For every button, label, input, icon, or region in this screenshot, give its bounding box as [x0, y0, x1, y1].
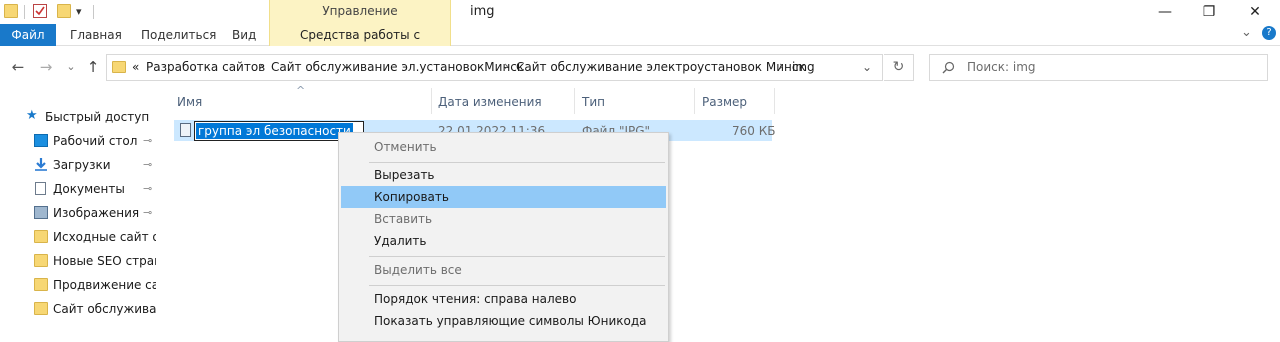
address-bar[interactable]: « Разработка сайтов › Сайт обслуживание …: [106, 54, 883, 81]
menu-item-show-unicode-control-chars[interactable]: Показать управляющие символы Юникода: [341, 310, 666, 332]
nav-item-documents[interactable]: Документы ⊸: [0, 178, 158, 200]
downloads-icon: [35, 158, 47, 171]
up-button[interactable]: ↑: [84, 58, 102, 76]
image-file-icon: [180, 123, 191, 137]
menu-item-copy[interactable]: Копировать: [341, 186, 666, 208]
folder-icon: [4, 4, 18, 18]
nav-item-folder[interactable]: Сайт обслуживани: [0, 298, 158, 320]
folder-icon: [34, 302, 48, 315]
sort-indicator-icon: ^: [296, 84, 306, 97]
search-icon: [942, 61, 955, 74]
folder-icon: [34, 230, 48, 243]
menu-separator: [369, 256, 665, 257]
menu-separator: [369, 285, 665, 286]
tab-view[interactable]: Вид: [232, 24, 256, 46]
maximize-button[interactable]: ❐: [1197, 2, 1221, 22]
desktop-icon: [34, 134, 48, 147]
help-icon[interactable]: ?: [1262, 26, 1276, 40]
search-input[interactable]: Поиск: img: [929, 54, 1268, 81]
menu-item-rtl-reading-order[interactable]: Порядок чтения: справа налево: [341, 288, 666, 310]
divider: [24, 5, 25, 19]
back-button[interactable]: ←: [9, 58, 27, 76]
column-divider[interactable]: [694, 88, 695, 114]
folder-icon: [112, 61, 126, 73]
pin-icon: ⊸: [143, 206, 153, 219]
search-placeholder: Поиск: img: [967, 60, 1036, 74]
breadcrumb-overflow[interactable]: «: [132, 60, 139, 74]
folder-icon: [34, 254, 48, 267]
nav-item-folder[interactable]: Продвижение сайт: [0, 274, 158, 296]
customize-quick-access-icon[interactable]: ▾: [76, 5, 82, 18]
menu-item-undo[interactable]: Отменить: [341, 136, 666, 158]
documents-icon: [35, 182, 46, 195]
column-header-name[interactable]: Имя: [177, 95, 202, 109]
folder-icon: [34, 278, 48, 291]
nav-item-label: Исходные сайт обс: [53, 230, 156, 244]
ribbon-tabs: Файл Главная Поделиться Вид Средства раб…: [0, 24, 1280, 64]
forward-button[interactable]: →: [37, 58, 55, 76]
nav-item-label: Рабочий стол: [53, 134, 138, 148]
nav-item-pictures[interactable]: Изображения ⊸: [0, 202, 158, 224]
nav-item-folder[interactable]: Исходные сайт обс: [0, 226, 158, 248]
file-size: 760 КБ: [732, 124, 776, 138]
file-list: ^ Имя Дата изменения Тип Размер группа э…: [158, 84, 1280, 335]
breadcrumb-item[interactable]: Сайт обслуживание эл.установокМинск: [271, 60, 524, 74]
pin-icon: ⊸: [143, 182, 153, 195]
menu-item-cut[interactable]: Вырезать: [341, 164, 666, 186]
nav-item-downloads[interactable]: Загрузки ⊸: [0, 154, 158, 176]
ribbon-expand-icon[interactable]: ⌄: [1241, 25, 1252, 40]
nav-quick-access[interactable]: ★ Быстрый доступ: [0, 106, 158, 128]
new-folder-icon[interactable]: [57, 4, 71, 18]
title-bar: ▾ Управление img — ❐ ✕: [0, 0, 1280, 24]
nav-item-label: Новые SEO страни: [53, 254, 156, 268]
close-button[interactable]: ✕: [1243, 2, 1267, 22]
breadcrumb-separator-icon[interactable]: ›: [779, 59, 784, 73]
nav-item-label: Документы: [53, 182, 125, 196]
menu-item-delete[interactable]: Удалить: [341, 230, 666, 252]
nav-item-folder[interactable]: Новые SEO страни: [0, 250, 158, 272]
nav-item-label: Загрузки: [53, 158, 111, 172]
column-divider[interactable]: [574, 88, 575, 114]
menu-separator: [369, 162, 665, 163]
pictures-icon: [34, 206, 48, 219]
breadcrumb-separator-icon[interactable]: ›: [504, 59, 509, 73]
pin-icon: ⊸: [143, 158, 153, 171]
tab-file[interactable]: Файл: [0, 24, 56, 46]
tab-share[interactable]: Поделиться: [141, 24, 216, 46]
window-title: img: [470, 4, 495, 19]
nav-item-label: Изображения: [53, 206, 140, 220]
column-divider[interactable]: [774, 88, 775, 114]
column-header-date[interactable]: Дата изменения: [438, 95, 542, 109]
breadcrumb-item[interactable]: img: [792, 60, 815, 74]
breadcrumb-item[interactable]: Разработка сайтов: [146, 60, 265, 74]
manage-context-group: Управление: [269, 0, 451, 24]
recent-locations-button[interactable]: ⌄: [62, 58, 80, 76]
context-menu: Отменить Вырезать Копировать Вставить Уд…: [338, 132, 669, 342]
tab-home[interactable]: Главная: [70, 24, 122, 46]
column-divider[interactable]: [431, 88, 432, 114]
star-icon: ★: [26, 108, 38, 123]
rename-selected-text: группа эл безопасности: [196, 123, 353, 139]
address-dropdown-icon[interactable]: ⌄: [862, 60, 872, 74]
nav-item-label: Сайт обслуживани: [53, 302, 156, 316]
refresh-button[interactable]: ↻: [884, 54, 914, 81]
pin-icon: ⊸: [143, 134, 153, 147]
breadcrumb-item[interactable]: Сайт обслуживание электроустановок Минск: [516, 60, 806, 74]
address-row: ← → ⌄ ↑ « Разработка сайтов › Сайт обслу…: [0, 46, 1280, 88]
column-header-type[interactable]: Тип: [582, 95, 605, 109]
navigation-pane: ★ Быстрый доступ Рабочий стол ⊸ Загрузки…: [0, 88, 158, 335]
nav-item-label: Продвижение сайт: [53, 278, 156, 292]
menu-item-select-all[interactable]: Выделить все: [341, 259, 666, 281]
nav-item-desktop[interactable]: Рабочий стол ⊸: [0, 130, 158, 152]
tab-picture-tools[interactable]: Средства работы с рисунками: [269, 24, 451, 64]
column-header-size[interactable]: Размер: [702, 95, 747, 109]
breadcrumb-separator-icon[interactable]: ›: [259, 59, 264, 73]
menu-item-paste[interactable]: Вставить: [341, 208, 666, 230]
minimize-button[interactable]: —: [1153, 2, 1177, 22]
nav-item-label: Быстрый доступ: [45, 110, 150, 124]
divider: [93, 5, 94, 19]
properties-icon[interactable]: [33, 4, 47, 18]
